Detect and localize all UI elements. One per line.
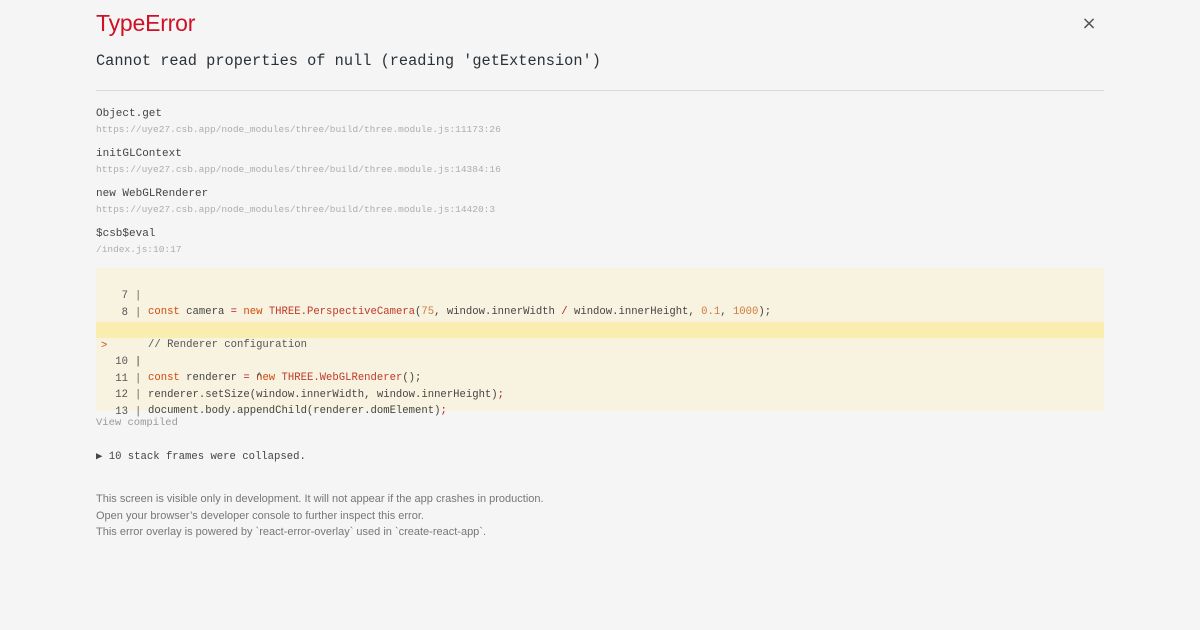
code-line: 7 | const camera = new THREE.PerspectiveC… — [96, 272, 1104, 318]
frame-function: initGLContext — [96, 148, 182, 160]
view-compiled-button[interactable]: View compiled — [96, 417, 178, 429]
source-code-snippet: 7 | const camera = new THREE.PerspectiveC… — [96, 268, 1104, 418]
close-button[interactable]: × — [1079, 14, 1099, 34]
frame-location[interactable]: https://uye27.csb.app/node_modules/three… — [96, 122, 1104, 137]
frame-function: $csb$eval — [96, 228, 156, 240]
stack-frame: Object.get https://uye27.csb.app/node_mo… — [96, 107, 1104, 137]
stack-frames: Object.get https://uye27.csb.app/node_mo… — [96, 107, 1104, 267]
footer-line: Open your browser’s developer console to… — [96, 509, 424, 522]
divider — [96, 90, 1104, 91]
error-title: TypeError — [96, 10, 196, 36]
stack-frame: $csb$eval /index.js:10:17 — [96, 227, 1104, 257]
code-text: document.body.appendChild(renderer.domEl… — [148, 405, 447, 417]
stack-frame: initGLContext https://uye27.csb.app/node… — [96, 147, 1104, 177]
frame-location[interactable]: /index.js:10:17 — [96, 242, 1104, 257]
code-line: 11 | renderer.setSize(window.innerWidth, … — [96, 355, 1104, 401]
error-message: Cannot read properties of null (reading … — [96, 52, 601, 70]
footer-line: This error overlay is powered by `react-… — [96, 526, 487, 538]
collapsed-frames-toggle[interactable]: ▶ 10 stack frames were collapsed. — [96, 450, 306, 463]
stack-frame: new WebGLRenderer https://uye27.csb.app/… — [96, 187, 1104, 217]
code-line: 13 | — [96, 388, 1104, 418]
frame-function: new WebGLRenderer — [96, 188, 209, 200]
code-line: 9| // Renderer configuration — [96, 305, 1104, 351]
code-line-highlighted: > 10 | const renderer = new THREE.WebGLRe… — [96, 322, 1104, 384]
code-line: 12 | document.body.appendChild(renderer.d… — [96, 371, 1104, 417]
code-line: 8 | — [96, 289, 1104, 319]
frame-location[interactable]: https://uye27.csb.app/node_modules/three… — [96, 202, 1104, 217]
footer-line: This screen is visible only in developme… — [96, 493, 544, 505]
frame-function: Object.get — [96, 108, 163, 120]
frame-location[interactable]: https://uye27.csb.app/node_modules/three… — [96, 162, 1104, 177]
code-line-caret: | ^ — [135, 356, 263, 384]
footer-notes: This screen is visible only in developme… — [96, 491, 544, 541]
